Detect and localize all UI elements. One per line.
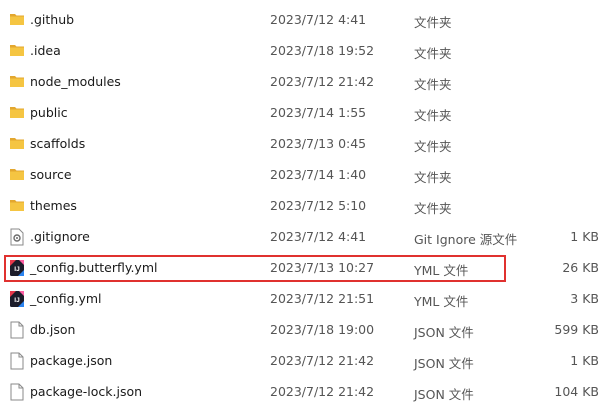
file-type: 文件夹 [414, 108, 452, 123]
file-name: _config.yml [30, 291, 102, 306]
file-size: 26 KB [562, 260, 599, 275]
file-size: 104 KB [554, 384, 599, 399]
file-modified-date: 2023/7/12 21:42 [270, 353, 375, 368]
file-modified-date: 2023/7/13 10:27 [270, 260, 375, 275]
file-modified-date: 2023/7/12 21:51 [270, 291, 375, 306]
file-modified-date: 2023/7/12 4:41 [270, 229, 367, 244]
folder-icon [9, 166, 25, 184]
folder-icon [9, 73, 25, 91]
file-name: node_modules [30, 74, 121, 89]
file-type: 文件夹 [414, 170, 452, 185]
file-name: source [30, 167, 72, 182]
file-row[interactable]: .github 2023/7/12 4:41 文件夹 [0, 5, 613, 36]
file-row[interactable]: source 2023/7/14 1:40 文件夹 [0, 160, 613, 191]
file-size: 1 KB [570, 353, 599, 368]
file-name: package.json [30, 353, 113, 368]
file-row[interactable]: public 2023/7/14 1:55 文件夹 [0, 98, 613, 129]
file-modified-date: 2023/7/18 19:52 [270, 43, 375, 58]
file-name: .idea [30, 43, 61, 58]
file-modified-date: 2023/7/12 4:41 [270, 12, 367, 27]
file-row[interactable]: .gitignore 2023/7/12 4:41 Git Ignore 源文件 1 … [0, 222, 613, 253]
file-type: YML 文件 [414, 263, 469, 278]
file-type: JSON 文件 [414, 387, 474, 402]
file-modified-date: 2023/7/12 5:10 [270, 198, 367, 213]
file-row[interactable]: IJ _config.yml 2023/7/12 21:51 YML 文件 3 KB [0, 284, 613, 315]
folder-icon [9, 42, 25, 60]
file-name: package-lock.json [30, 384, 143, 399]
svg-text:IJ: IJ [14, 266, 20, 273]
file-name: .gitignore [30, 229, 90, 244]
file-modified-date: 2023/7/13 0:45 [270, 136, 367, 151]
folder-icon [9, 197, 25, 215]
file-size: 3 KB [570, 291, 599, 306]
file-type: 文件夹 [414, 201, 452, 216]
file-type: JSON 文件 [414, 356, 474, 371]
file-row[interactable]: package.json 2023/7/12 21:42 JSON 文件 1 KB [0, 346, 613, 377]
file-modified-date: 2023/7/14 1:55 [270, 105, 367, 120]
svg-text:IJ: IJ [14, 297, 20, 304]
yml-file-icon: IJ [9, 290, 25, 308]
file-type: YML 文件 [414, 294, 469, 309]
file-row[interactable]: IJ _config.butterfly.yml 2023/7/13 10:27 YM… [0, 253, 613, 284]
file-modified-date: 2023/7/18 19:00 [270, 322, 375, 337]
file-row[interactable]: .idea 2023/7/18 19:52 文件夹 [0, 36, 613, 67]
folder-icon [9, 104, 25, 122]
file-row[interactable]: scaffolds 2023/7/13 0:45 文件夹 [0, 129, 613, 160]
folder-icon [9, 135, 25, 153]
file-list: .github 2023/7/12 4:41 文件夹 .idea 2023/7/18 1… [0, 0, 613, 409]
document-icon [9, 383, 25, 401]
file-row[interactable]: db.json 2023/7/18 19:00 JSON 文件 599 KB [0, 315, 613, 346]
document-icon [9, 352, 25, 370]
file-name: db.json [30, 322, 76, 337]
file-type: JSON 文件 [414, 325, 474, 340]
file-size: 599 KB [554, 322, 599, 337]
file-type: 文件夹 [414, 15, 452, 30]
file-modified-date: 2023/7/12 21:42 [270, 74, 375, 89]
file-name: .github [30, 12, 75, 27]
file-size: 1 KB [570, 229, 599, 244]
file-modified-date: 2023/7/12 21:42 [270, 384, 375, 399]
folder-icon [9, 11, 25, 29]
file-name: public [30, 105, 68, 120]
file-type: Git Ignore 源文件 [414, 232, 518, 247]
file-row[interactable]: node_modules 2023/7/12 21:42 文件夹 [0, 67, 613, 98]
gitignore-file-icon [9, 228, 25, 246]
file-name: _config.butterfly.yml [30, 260, 158, 275]
file-row[interactable]: themes 2023/7/12 5:10 文件夹 [0, 191, 613, 222]
file-name: themes [30, 198, 77, 213]
document-icon [9, 321, 25, 339]
file-type: 文件夹 [414, 77, 452, 92]
file-row[interactable]: package-lock.json 2023/7/12 21:42 JSON 文件 1… [0, 377, 613, 408]
file-modified-date: 2023/7/14 1:40 [270, 167, 367, 182]
file-type: 文件夹 [414, 139, 452, 154]
file-name: scaffolds [30, 136, 86, 151]
yml-file-icon: IJ [9, 259, 25, 277]
file-type: 文件夹 [414, 46, 452, 61]
